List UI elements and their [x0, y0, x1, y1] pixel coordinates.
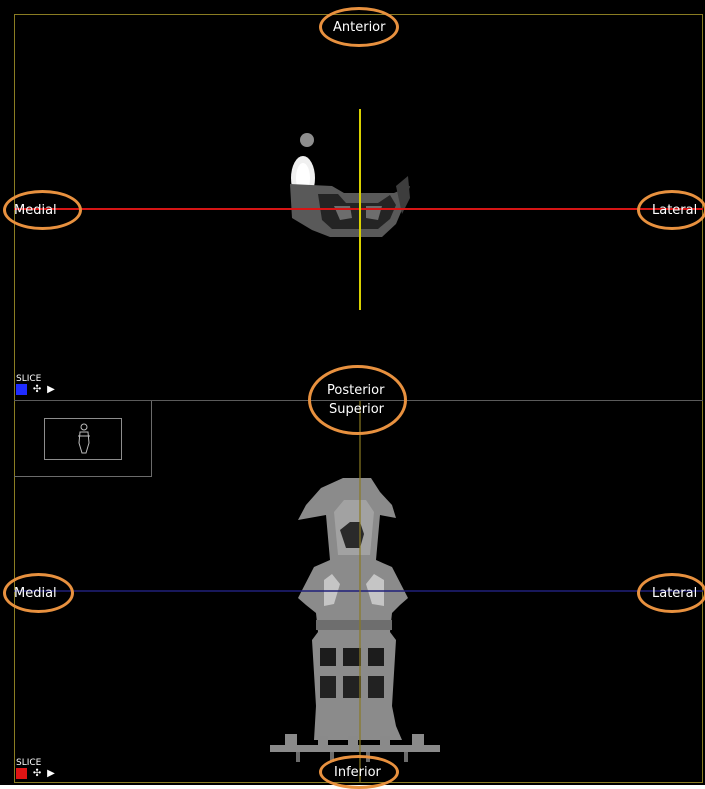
- axial-right-label: Lateral: [652, 203, 698, 218]
- coronal-left-label: Medial: [14, 586, 57, 601]
- coronal-top-label: Superior: [329, 402, 384, 417]
- axial-scan-image: [290, 133, 410, 237]
- coronal-slice-swatch[interactable]: [16, 768, 27, 779]
- play-icon[interactable]: ▶: [47, 384, 55, 395]
- axial-slice-indicator: SLICE ✣ ▶: [16, 374, 55, 395]
- crosshair-move-icon[interactable]: ✣: [33, 384, 41, 395]
- play-icon[interactable]: ▶: [47, 768, 55, 779]
- axial-slice-text: SLICE: [16, 374, 42, 384]
- figure-icon: [78, 423, 90, 454]
- crosshair-move-icon[interactable]: ✣: [33, 768, 41, 779]
- axial-bottom-label: Posterior: [327, 383, 385, 398]
- orientation-thumbnail: [44, 418, 122, 460]
- coronal-scan-image: [270, 478, 440, 762]
- axial-left-label: Medial: [14, 203, 57, 218]
- coronal-right-label: Lateral: [652, 586, 698, 601]
- coronal-bottom-label: Inferior: [334, 765, 381, 780]
- image-viewer: SLICE ✣ ▶ SLICE ✣ ▶ Anterior Medial Late…: [0, 0, 705, 789]
- orientation-inset: [14, 401, 152, 477]
- axial-slice-swatch[interactable]: [16, 384, 27, 395]
- coronal-slice-indicator: SLICE ✣ ▶: [16, 758, 55, 779]
- axial-top-label: Anterior: [333, 20, 386, 35]
- annotation-ring-posterior-superior: [308, 365, 407, 435]
- coronal-slice-text: SLICE: [16, 758, 42, 768]
